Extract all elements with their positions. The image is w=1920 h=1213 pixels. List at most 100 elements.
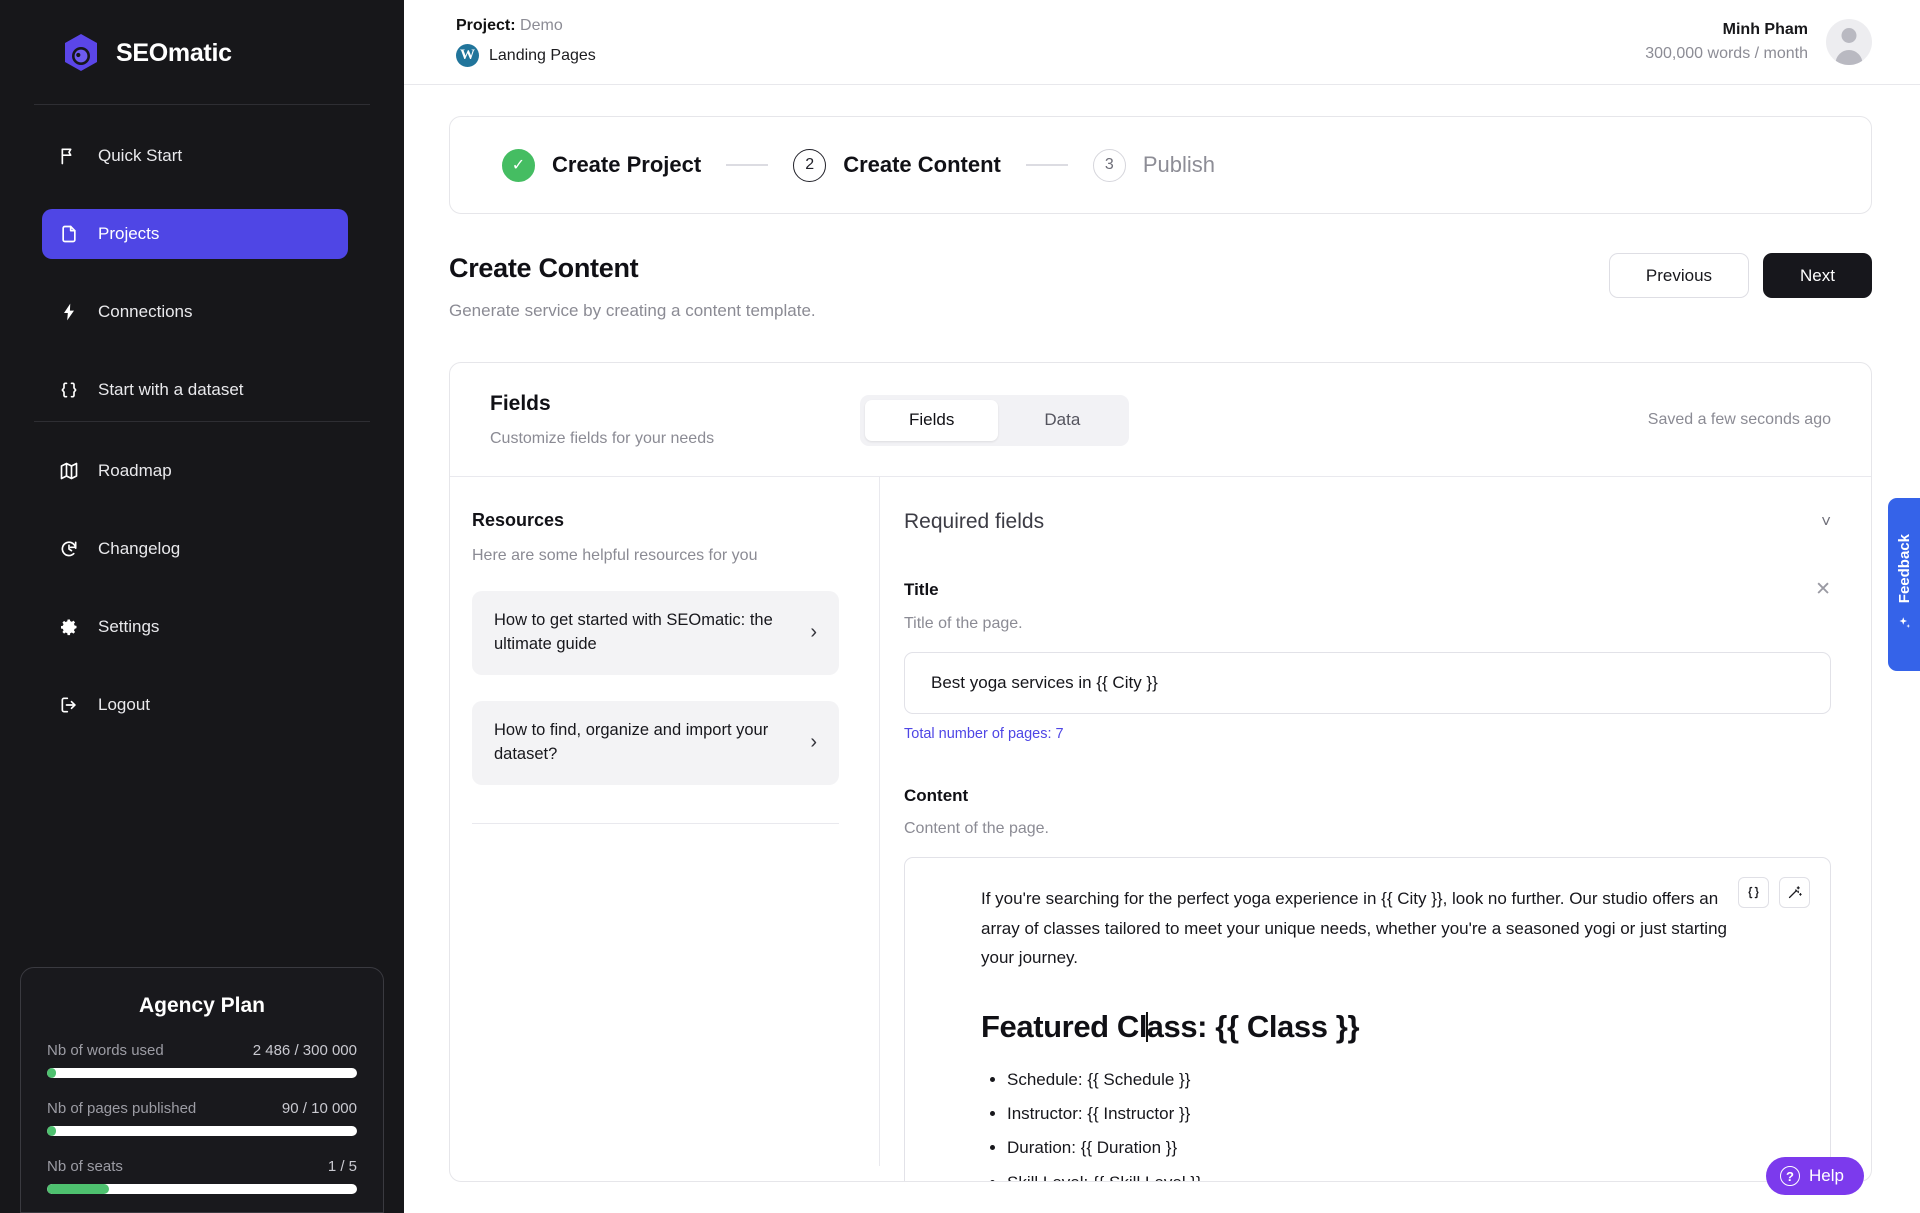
field-content-hint: Content of the page. <box>904 820 1831 838</box>
main-area: Project: Demo W Landing Pages Minh Pham … <box>404 0 1920 1213</box>
plan-title: Agency Plan <box>47 994 357 1018</box>
meter-value-words: 2 486 / 300 000 <box>253 1042 357 1059</box>
page-header: Create Content Generate service by creat… <box>449 253 1872 321</box>
sidebar-label-start-with-dataset: Start with a dataset <box>98 380 244 400</box>
file-icon <box>58 223 80 245</box>
field-content: Content Content of the page. <box>904 786 1831 1182</box>
resources-subtitle: Here are some helpful resources for you <box>472 547 839 565</box>
brand-logo[interactable]: SEOmatic <box>20 0 384 104</box>
feedback-label: Feedback <box>1896 534 1913 603</box>
step-create-content[interactable]: 2 Create Content <box>793 149 1001 182</box>
user-quota: 300,000 words / month <box>1645 45 1808 63</box>
close-icon[interactable]: ✕ <box>1815 578 1831 601</box>
step-connector-1 <box>726 164 768 166</box>
help-label: Help <box>1809 1166 1844 1186</box>
chevron-right-icon: › <box>810 731 817 754</box>
resource-label-2: How to find, organize and import your da… <box>494 719 798 767</box>
fields-subtitle: Customize fields for your needs <box>490 430 860 448</box>
tab-data[interactable]: Data <box>1000 400 1124 441</box>
sidebar-item-logout[interactable]: Logout <box>20 680 384 730</box>
bolt-icon <box>58 301 80 323</box>
history-icon <box>58 538 80 560</box>
step-create-project[interactable]: ✓ Create Project <box>502 149 701 182</box>
project-breadcrumb: Project: Demo <box>456 17 596 35</box>
meter-seats: Nb of seats 1 / 5 <box>47 1158 357 1194</box>
meter-words-used: Nb of words used 2 486 / 300 000 <box>47 1042 357 1078</box>
integration-row[interactable]: W Landing Pages <box>456 44 596 67</box>
brand-name: SEOmatic <box>116 39 232 68</box>
progress-bar-words <box>47 1068 357 1078</box>
topbar-user[interactable]: Minh Pham 300,000 words / month <box>1645 19 1872 65</box>
chevron-right-icon: › <box>810 621 817 644</box>
editor-heading-1: Featured Class: {{ Class }} <box>981 1009 1734 1045</box>
previous-button[interactable]: Previous <box>1609 253 1749 298</box>
project-name: Demo <box>520 17 563 34</box>
avatar[interactable] <box>1826 19 1872 65</box>
fields-card-body: Resources Here are some helpful resource… <box>450 476 1871 1166</box>
sidebar-label-changelog: Changelog <box>98 539 180 559</box>
editor-bullet-list: Schedule: {{ Schedule }} Instructor: {{ … <box>1007 1063 1734 1182</box>
fields-card-header-text: Fields Customize fields for your needs <box>490 392 860 448</box>
editor-heading-1-part-b: ass: {{ Class }} <box>1147 1009 1359 1044</box>
app-root: SEOmatic Quick Start Projects <box>0 0 1920 1213</box>
tab-fields[interactable]: Fields <box>865 400 998 441</box>
resources-panel: Resources Here are some helpful resource… <box>450 477 880 1166</box>
progress-bar-seats <box>47 1184 357 1194</box>
fields-data-tabs: Fields Data <box>860 395 1129 446</box>
integration-name: Landing Pages <box>489 47 596 65</box>
sidebar-nav-secondary: Roadmap Changelog Settings <box>20 422 384 758</box>
sidebar-label-roadmap: Roadmap <box>98 461 172 481</box>
meter-label-pages: Nb of pages published <box>47 1100 196 1117</box>
page-header-text: Create Content Generate service by creat… <box>449 253 816 321</box>
sidebar-item-changelog[interactable]: Changelog <box>20 524 384 574</box>
sidebar-item-start-with-dataset[interactable]: Start with a dataset <box>20 365 384 415</box>
page-actions: Previous Next <box>1609 253 1872 298</box>
resources-title: Resources <box>472 510 839 531</box>
required-fields-title: Required fields <box>904 510 1044 534</box>
meter-value-seats: 1 / 5 <box>328 1158 357 1175</box>
topbar-project-info: Project: Demo W Landing Pages <box>456 17 596 67</box>
total-pages-note: Total number of pages: 7 <box>904 726 1831 742</box>
plan-card: Agency Plan Nb of words used 2 486 / 300… <box>20 967 384 1213</box>
sidebar-item-connections[interactable]: Connections <box>20 287 384 337</box>
braces-icon[interactable] <box>1738 877 1769 908</box>
magic-wand-icon[interactable] <box>1779 877 1810 908</box>
resource-link-2[interactable]: How to find, organize and import your da… <box>472 701 839 785</box>
sidebar-item-projects[interactable]: Projects <box>42 209 348 259</box>
step-publish[interactable]: 3 Publish <box>1093 149 1215 182</box>
feedback-tab[interactable]: Feedback <box>1888 498 1920 671</box>
step-badge-check-icon: ✓ <box>502 149 535 182</box>
sidebar-item-quick-start[interactable]: Quick Start <box>20 131 384 181</box>
sidebar-label-quick-start: Quick Start <box>98 146 182 166</box>
sidebar-label-logout: Logout <box>98 695 150 715</box>
question-circle-icon: ? <box>1780 1166 1800 1186</box>
page-title: Create Content <box>449 253 816 284</box>
sidebar-item-settings[interactable]: Settings <box>20 602 384 652</box>
step-badge-2: 2 <box>793 149 826 182</box>
field-title-hint: Title of the page. <box>904 615 1831 633</box>
sidebar-nav-primary: Quick Start Projects Connections <box>20 105 384 421</box>
required-fields-header[interactable]: Required fields ˅ <box>904 510 1831 534</box>
list-item: Duration: {{ Duration }} <box>1007 1131 1734 1165</box>
meter-value-pages: 90 / 10 000 <box>282 1100 357 1117</box>
progress-bar-pages <box>47 1126 357 1136</box>
map-icon <box>58 460 80 482</box>
fields-card: Fields Customize fields for your needs F… <box>449 362 1872 1182</box>
chevron-down-icon[interactable]: ˅ <box>1821 512 1831 532</box>
next-button[interactable]: Next <box>1763 253 1872 298</box>
step-label-create-content: Create Content <box>843 152 1001 178</box>
content-editor[interactable]: If you're searching for the perfect yoga… <box>904 857 1831 1182</box>
sidebar-item-roadmap[interactable]: Roadmap <box>20 446 384 496</box>
sidebar-label-connections: Connections <box>98 302 193 322</box>
saved-status: Saved a few seconds ago <box>1648 411 1831 429</box>
resource-link-1[interactable]: How to get started with SEOmatic: the ul… <box>472 591 839 675</box>
required-fields-panel: Required fields ˅ Title ✕ Title of the p… <box>880 477 1871 1166</box>
title-input[interactable]: Best yoga services in {{ City }} <box>904 652 1831 714</box>
field-content-label: Content <box>904 786 968 806</box>
editor-toolbar <box>1738 877 1810 908</box>
meter-label-seats: Nb of seats <box>47 1158 123 1175</box>
resources-divider <box>472 823 839 824</box>
page-subtitle: Generate service by creating a content t… <box>449 301 816 321</box>
help-button[interactable]: ? Help <box>1766 1157 1864 1195</box>
meter-pages-published: Nb of pages published 90 / 10 000 <box>47 1100 357 1136</box>
